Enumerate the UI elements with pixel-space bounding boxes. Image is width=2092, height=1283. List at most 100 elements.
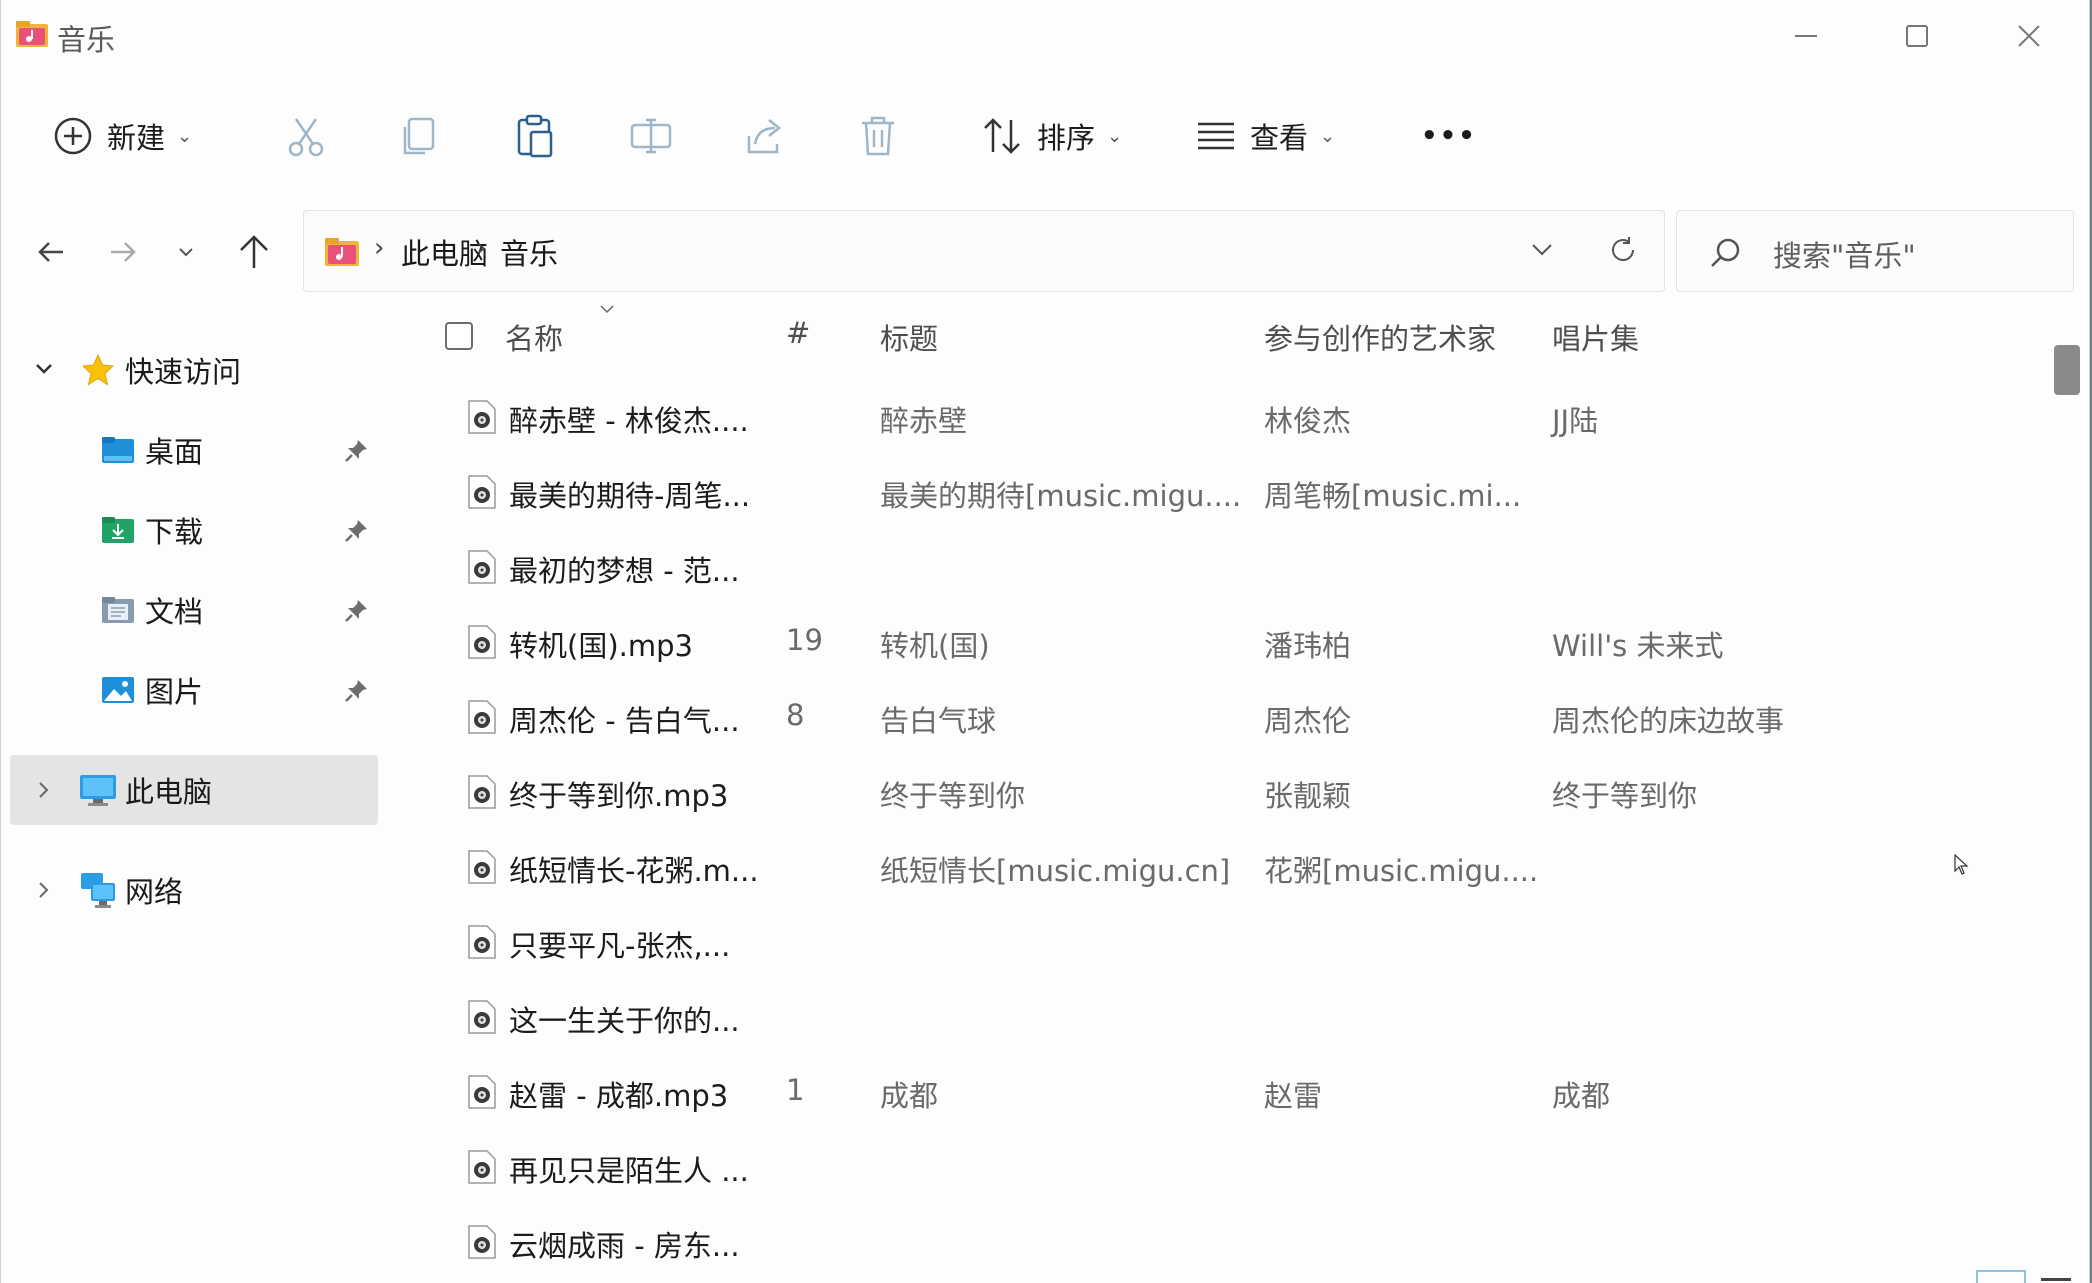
sidebar-item-downloads[interactable]: 下载 — [99, 495, 203, 565]
search-icon — [1711, 238, 1740, 267]
navigation-pane: 快速访问 桌面 下载 文档 图片 此电脑 网络 — [1, 310, 391, 1283]
chevron-down-icon[interactable] — [34, 362, 54, 376]
paste-button[interactable] — [515, 100, 555, 172]
vertical-scrollbar-thumb[interactable] — [2054, 345, 2080, 395]
more-options-button[interactable]: ••• — [1421, 100, 1477, 172]
column-header-name[interactable]: 名称 — [505, 316, 563, 358]
sidebar-item-desktop[interactable]: 桌面 — [99, 415, 203, 485]
audio-file-icon — [468, 1150, 496, 1184]
track-title: 终于等到你 — [880, 779, 1026, 813]
chevron-down-icon: ⌄ — [1107, 125, 1123, 147]
pin-icon[interactable] — [343, 518, 369, 544]
track-artist: 花粥[music.migu.... — [1264, 854, 1539, 888]
more-icon: ••• — [1421, 121, 1477, 151]
file-name: 云烟成雨 - 房东... — [509, 1229, 740, 1263]
sidebar-item-this-pc[interactable]: 此电脑 — [79, 755, 212, 825]
track-album: JJ陆 — [1552, 404, 1599, 438]
rename-button[interactable] — [629, 100, 673, 172]
audio-file-icon — [468, 625, 496, 659]
track-artist: 周杰伦 — [1264, 704, 1352, 738]
chevron-right-icon[interactable] — [37, 780, 51, 800]
arrow-up-icon — [240, 235, 268, 268]
file-name: 再见只是陌生人 ... — [509, 1154, 749, 1188]
file-row[interactable]: 只要平凡-张杰,... — [431, 905, 2031, 980]
share-button[interactable] — [745, 100, 785, 172]
documents-folder-icon — [99, 593, 137, 627]
sidebar-item-quick-access[interactable]: 快速访问 — [79, 335, 241, 405]
search-input[interactable]: 搜索"音乐" — [1773, 233, 1916, 275]
track-number: 8 — [786, 698, 805, 732]
delete-button[interactable] — [859, 100, 897, 172]
column-header-title[interactable]: 标题 — [880, 316, 938, 358]
sidebar-item-label: 快速访问 — [125, 355, 242, 389]
sort-icon — [984, 118, 1020, 154]
file-row[interactable]: 再见只是陌生人 ... — [431, 1130, 2031, 1205]
file-row[interactable]: 纸短情长-花粥.m... 纸短情长[music.migu.cn] 花粥[music.… — [431, 830, 2031, 905]
trash-icon — [862, 116, 894, 156]
sidebar-item-network[interactable]: 网络 — [79, 855, 183, 925]
sidebar-item-label: 此电脑 — [125, 775, 213, 809]
up-button[interactable] — [226, 222, 282, 282]
breadcrumb-this-pc[interactable]: 此电脑 — [401, 231, 488, 273]
star-icon — [79, 353, 117, 387]
column-header-artist[interactable]: 参与创作的艺术家 — [1264, 316, 1496, 358]
sidebar-item-documents[interactable]: 文档 — [99, 575, 203, 645]
search-box[interactable]: 搜索"音乐" — [1676, 210, 2074, 292]
pin-icon[interactable] — [343, 438, 369, 464]
sidebar-item-label: 文档 — [145, 595, 204, 629]
audio-file-icon — [468, 850, 496, 884]
breadcrumb-music[interactable]: 音乐 — [500, 231, 558, 273]
pin-icon[interactable] — [343, 598, 369, 624]
file-name: 纸短情长-花粥.m... — [509, 854, 759, 888]
audio-file-icon — [468, 1225, 496, 1259]
close-button[interactable] — [1979, 8, 2079, 64]
audio-file-icon — [468, 550, 496, 584]
cut-button[interactable] — [286, 100, 326, 172]
column-header-number[interactable]: # — [786, 316, 810, 350]
file-row[interactable]: 终于等到你.mp3 终于等到你 张靓颖 终于等到你 — [431, 755, 2031, 830]
chevron-right-icon[interactable] — [37, 880, 51, 900]
column-header-row: 名称 # 标题 参与创作的艺术家 唱片集 — [431, 300, 2031, 370]
address-bar[interactable]: › 此电脑 › 音乐 — [303, 210, 1665, 292]
audio-file-icon — [468, 400, 496, 434]
track-artist: 周笔畅[music.mi... — [1264, 479, 1522, 513]
file-explorer-window: 音乐 新建 ⌄ 排序 ⌄ 查看 ⌄ ••• › 此电脑 › 音乐 搜索"音乐" … — [0, 0, 2090, 1283]
new-label: 新建 — [107, 121, 166, 155]
clipboard-icon — [517, 114, 553, 158]
copy-button[interactable] — [401, 100, 437, 172]
file-row[interactable]: 最初的梦想 - 范... — [431, 530, 2031, 605]
file-row[interactable]: 这一生关于你的... — [431, 980, 2031, 1055]
file-row[interactable]: 醉赤壁 - 林俊杰.... 醉赤壁 林俊杰 JJ陆 — [431, 380, 2031, 455]
file-row[interactable]: 赵雷 - 成都.mp3 1 成都 赵雷 成都 — [431, 1055, 2031, 1130]
details-view-toggle[interactable] — [1976, 1270, 2026, 1283]
desktop-folder-icon — [99, 433, 137, 467]
sidebar-item-pictures[interactable]: 图片 — [99, 655, 203, 725]
maximize-button[interactable] — [1867, 8, 1967, 64]
file-row[interactable]: 转机(国).mp3 19 转机(国) 潘玮柏 Will's 未来式 — [431, 605, 2031, 680]
copy-icon — [403, 117, 435, 155]
new-button[interactable]: 新建 ⌄ — [53, 100, 192, 172]
arrow-left-icon — [38, 242, 63, 262]
minimize-button[interactable] — [1756, 8, 1856, 64]
forward-button[interactable] — [95, 222, 151, 282]
track-title: 转机(国) — [880, 629, 990, 663]
sort-button[interactable]: 排序 ⌄ — [981, 100, 1122, 172]
plus-circle-icon — [54, 117, 92, 155]
view-button[interactable]: 查看 ⌄ — [1196, 100, 1335, 172]
file-row[interactable]: 最美的期待-周笔... 最美的期待[music.migu.... 周笔畅[music… — [431, 455, 2031, 530]
file-row[interactable]: 云烟成雨 - 房东... — [431, 1205, 2031, 1280]
column-header-album[interactable]: 唱片集 — [1552, 316, 1639, 358]
recent-locations-button[interactable] — [158, 222, 214, 282]
file-row[interactable]: 周杰伦 - 告白气... 8 告白气球 周杰伦 周杰伦的床边故事 — [431, 680, 2031, 755]
back-button[interactable] — [23, 222, 79, 282]
pin-icon[interactable] — [343, 678, 369, 704]
audio-file-icon — [468, 925, 496, 959]
refresh-icon[interactable] — [1608, 235, 1638, 265]
computer-icon — [79, 773, 117, 807]
window-title: 音乐 — [57, 23, 116, 57]
tiles-view-toggle[interactable] — [2041, 1278, 2071, 1281]
address-history-chevron-icon[interactable] — [1530, 237, 1554, 263]
track-album: 周杰伦的床边故事 — [1552, 704, 1785, 738]
track-title: 纸短情长[music.migu.cn] — [880, 854, 1231, 888]
select-all-checkbox[interactable] — [445, 322, 473, 350]
